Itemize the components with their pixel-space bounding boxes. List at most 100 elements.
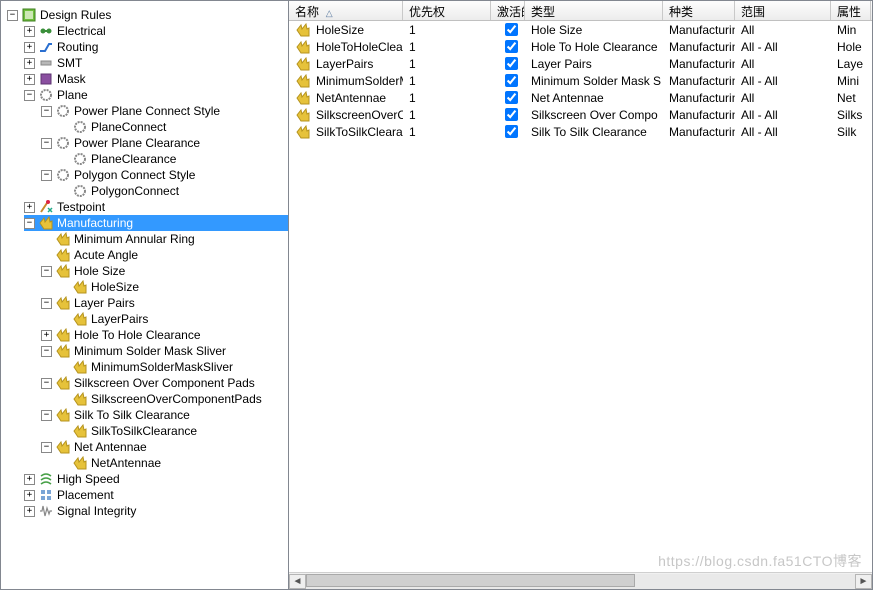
table-row[interactable]: HoleSize1Hole SizeManufacturingAllMin xyxy=(289,21,872,38)
expander-icon[interactable]: + xyxy=(24,474,35,485)
scroll-right-button[interactable]: ► xyxy=(855,574,872,589)
tree-s2s[interactable]: − Silk To Silk Clearance xyxy=(41,407,288,423)
col-priority[interactable]: 优先权 xyxy=(403,1,491,20)
tree-pcs[interactable]: − Polygon Connect Style xyxy=(41,167,288,183)
scroll-thumb[interactable] xyxy=(306,574,635,587)
table-row[interactable]: HoleToHoleClearanc1Hole To Hole Clearanc… xyxy=(289,38,872,55)
cell-name: NetAntennae xyxy=(289,89,403,106)
cell-name-text: HoleSize xyxy=(316,23,364,37)
expander-icon[interactable]: + xyxy=(24,58,35,69)
scroll-track[interactable] xyxy=(306,574,855,589)
tree-h2h[interactable]: + Hole To Hole Clearance xyxy=(41,327,288,343)
expander-icon[interactable]: − xyxy=(41,106,52,117)
col-type[interactable]: 类型 xyxy=(525,1,663,20)
enabled-checkbox[interactable] xyxy=(505,91,518,104)
plane-icon xyxy=(55,167,71,183)
grid-body[interactable]: HoleSize1Hole SizeManufacturingAllMin Ho… xyxy=(289,21,872,572)
tree-polygonconnect[interactable]: PolygonConnect xyxy=(58,183,288,199)
rules-tree[interactable]: − Design Rules + Electri xyxy=(1,1,289,589)
expander-icon[interactable]: + xyxy=(24,42,35,53)
enabled-checkbox[interactable] xyxy=(505,23,518,36)
manufacturing-icon xyxy=(55,343,71,359)
horizontal-scrollbar[interactable]: ◄ ► xyxy=(289,572,872,589)
tree-electrical[interactable]: + Electrical xyxy=(24,23,288,39)
enabled-checkbox[interactable] xyxy=(505,108,518,121)
cell-kind: Manufacturing xyxy=(663,21,735,38)
cell-name: SilkToSilkClearance xyxy=(289,123,403,140)
cell-enabled xyxy=(491,21,525,38)
tree-label: PlaneConnect xyxy=(91,120,166,134)
enabled-checkbox[interactable] xyxy=(505,74,518,87)
tree-label: SMT xyxy=(57,56,82,70)
enabled-checkbox[interactable] xyxy=(505,57,518,70)
tree-label: Plane xyxy=(57,88,88,102)
table-row[interactable]: LayerPairs1Layer PairsManufacturingAllLa… xyxy=(289,55,872,72)
col-name[interactable]: 名称 △ xyxy=(289,1,403,20)
expander-icon[interactable]: + xyxy=(24,74,35,85)
tree-ppc[interactable]: − Power Plane Clearance xyxy=(41,135,288,151)
tree-socp[interactable]: − Silkscreen Over Component Pads xyxy=(41,375,288,391)
tree-netant-rule[interactable]: NetAntennae xyxy=(58,455,288,471)
expander-icon[interactable]: − xyxy=(24,218,35,229)
tree-manufacturing[interactable]: − Manufacturing xyxy=(24,215,288,231)
tree-acute[interactable]: Acute Angle xyxy=(41,247,288,263)
col-enabled[interactable]: 激活的 xyxy=(491,1,525,20)
expander-icon[interactable]: − xyxy=(24,90,35,101)
col-scope[interactable]: 范围 xyxy=(735,1,831,20)
cell-name: HoleSize xyxy=(289,21,403,38)
tree-smt[interactable]: + SMT xyxy=(24,55,288,71)
tree-holesize[interactable]: − Hole Size xyxy=(41,263,288,279)
expander-icon[interactable]: − xyxy=(41,138,52,149)
tree-placement[interactable]: + Placement xyxy=(24,487,288,503)
expander-icon[interactable]: + xyxy=(41,330,52,341)
expander-icon[interactable]: − xyxy=(41,170,52,181)
tree-label: PolygonConnect xyxy=(91,184,179,198)
expander-icon[interactable]: − xyxy=(41,378,52,389)
expander-icon[interactable]: + xyxy=(24,26,35,37)
table-row[interactable]: SilkscreenOverComp1Silkscreen Over Compo… xyxy=(289,106,872,123)
expander-icon[interactable]: − xyxy=(41,442,52,453)
tree-netant[interactable]: − Net Antennae xyxy=(41,439,288,455)
enabled-checkbox[interactable] xyxy=(505,125,518,138)
tree-plane[interactable]: − Plane xyxy=(24,87,288,103)
cell-priority: 1 xyxy=(403,38,491,55)
expander-icon[interactable]: + xyxy=(24,490,35,501)
expander-icon[interactable]: + xyxy=(24,506,35,517)
cell-attr: Min xyxy=(831,21,871,38)
tree-mar[interactable]: Minimum Annular Ring xyxy=(41,231,288,247)
grid-header[interactable]: 名称 △ 优先权 激活的 类型 种类 范围 属性 xyxy=(289,1,872,21)
cell-type: Minimum Solder Mask S xyxy=(525,72,663,89)
tree-label: Mask xyxy=(57,72,86,86)
expander-icon[interactable]: − xyxy=(41,410,52,421)
table-row[interactable]: NetAntennae1Net AntennaeManufacturingAll… xyxy=(289,89,872,106)
expander-icon[interactable]: − xyxy=(7,10,18,21)
expander-icon[interactable]: − xyxy=(41,266,52,277)
expander-icon[interactable]: + xyxy=(24,202,35,213)
expander-icon[interactable]: − xyxy=(41,346,52,357)
tree-routing[interactable]: + Routing xyxy=(24,39,288,55)
tree-socp-rule[interactable]: SilkscreenOverComponentPads xyxy=(58,391,288,407)
tree-msms-rule[interactable]: MinimumSolderMaskSliver xyxy=(58,359,288,375)
table-row[interactable]: SilkToSilkClearance1Silk To Silk Clearan… xyxy=(289,123,872,140)
scroll-left-button[interactable]: ◄ xyxy=(289,574,306,589)
tree-planeclearance[interactable]: PlaneClearance xyxy=(58,151,288,167)
col-kind[interactable]: 种类 xyxy=(663,1,735,20)
tree-highspeed[interactable]: + High Speed xyxy=(24,471,288,487)
tree-layerpairs[interactable]: − Layer Pairs xyxy=(41,295,288,311)
tree-si[interactable]: + Signal Integrity xyxy=(24,503,288,519)
tree-s2s-rule[interactable]: SilkToSilkClearance xyxy=(58,423,288,439)
expander-icon[interactable]: − xyxy=(41,298,52,309)
manufacturing-icon xyxy=(55,439,71,455)
tree-testpoint[interactable]: + Testpoint xyxy=(24,199,288,215)
tree-holesize-rule[interactable]: HoleSize xyxy=(58,279,288,295)
tree-label: Acute Angle xyxy=(74,248,138,262)
tree-root[interactable]: − Design Rules xyxy=(7,7,288,23)
tree-layerpairs-rule[interactable]: LayerPairs xyxy=(58,311,288,327)
col-attr[interactable]: 属性 xyxy=(831,1,871,20)
tree-planeconnect[interactable]: PlaneConnect xyxy=(58,119,288,135)
tree-ppcs[interactable]: − Power Plane Connect Style xyxy=(41,103,288,119)
enabled-checkbox[interactable] xyxy=(505,40,518,53)
table-row[interactable]: MinimumSolderMask1Minimum Solder Mask SM… xyxy=(289,72,872,89)
tree-mask[interactable]: + Mask xyxy=(24,71,288,87)
tree-msms[interactable]: − Minimum Solder Mask Sliver xyxy=(41,343,288,359)
